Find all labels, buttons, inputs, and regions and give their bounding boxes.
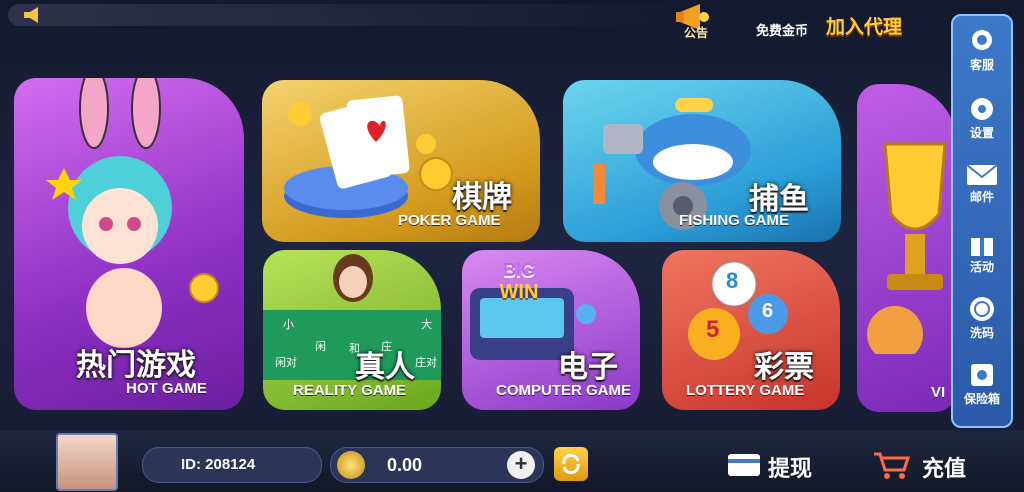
card-icon — [728, 454, 760, 476]
sidebar-item-label: 保险箱 — [963, 392, 1000, 406]
free-coins-link[interactable]: 免费金币 — [756, 20, 808, 39]
table-label: 小 — [283, 319, 294, 331]
withdraw-button[interactable]: 提现 — [726, 446, 836, 484]
user-id-display: ID: 208124 — [142, 447, 322, 483]
sidebar-item-label: 客服 — [969, 58, 994, 72]
sidebar-item-label: 活动 — [969, 260, 994, 274]
lottery-game-title: 彩票 — [754, 351, 814, 384]
fishing-game-card[interactable]: 捕鱼 FISHING GAME — [563, 80, 841, 242]
notice-label[interactable]: 公告 — [684, 24, 708, 41]
sidebar-item-label: 邮件 — [969, 190, 994, 204]
chip-icon — [970, 297, 994, 321]
cart-icon — [874, 452, 911, 479]
sidebar-item-events[interactable]: 活动 — [953, 222, 1011, 278]
hot-game-title: 热门游戏 — [76, 349, 196, 382]
lottery-ball-8: 8 — [726, 268, 739, 293]
mail-icon — [966, 164, 998, 185]
sidebar-item-settings[interactable]: 设置 — [953, 88, 1011, 144]
big-win-logo: BIG WIN — [484, 260, 554, 304]
safe-icon — [971, 364, 993, 386]
recharge-button[interactable]: 充值 — [872, 446, 992, 484]
table-label: 闲 — [315, 341, 326, 353]
vip-subtitle: VI — [931, 384, 946, 401]
table-label: 大 — [421, 319, 432, 331]
vip-card[interactable]: VI — [857, 84, 957, 412]
computer-game-subtitle: COMPUTER GAME — [496, 382, 631, 399]
sidebar-item-label: 设置 — [969, 126, 994, 140]
trophy-illustration — [867, 142, 947, 354]
avatar[interactable] — [56, 433, 118, 491]
poker-game-card[interactable]: 棋牌 POKER GAME — [262, 80, 540, 242]
withdraw-label: 提现 — [768, 456, 813, 481]
sidebar-item-rebate[interactable]: 洗码 — [953, 288, 1011, 344]
reality-game-subtitle: REALITY GAME — [293, 382, 407, 399]
gear-icon — [971, 98, 993, 120]
reality-game-card[interactable]: 小 闲 和 庄 大 闲对 庄对 真人 REALITY GAME — [263, 250, 441, 410]
fishing-game-subtitle: FISHING GAME — [679, 212, 790, 229]
big-logo-text: BIG — [502, 260, 535, 280]
computer-game-title: 电子 — [558, 351, 618, 384]
sidebar-item-customer-service[interactable]: 客服 — [953, 20, 1011, 76]
balance-amount: 0.00 — [387, 455, 423, 475]
announcement-marquee[interactable] — [8, 4, 668, 26]
sidebar-item-label: 洗码 — [969, 326, 994, 340]
top-bar: 公告 免费金币 加入代理 — [0, 0, 1024, 40]
computer-game-card[interactable]: BIG WIN 电子 COMPUTER GAME — [462, 250, 640, 410]
sidebar-item-mail[interactable]: 邮件 — [953, 156, 1011, 212]
user-id-text: ID: 208124 — [181, 456, 256, 473]
coin-icon — [337, 451, 365, 479]
right-sidebar: 客服 设置 邮件 活动 洗码 保险箱 — [951, 14, 1013, 428]
anime-girl-illustration — [46, 78, 219, 348]
refresh-icon — [562, 453, 580, 475]
hot-game-card[interactable]: 热门游戏 HOT GAME — [14, 78, 244, 410]
hot-game-subtitle: HOT GAME — [126, 380, 207, 397]
lottery-game-subtitle: LOTTERY GAME — [686, 382, 805, 399]
sidebar-item-safe[interactable]: 保险箱 — [953, 354, 1011, 410]
table-label: 庄对 — [415, 357, 437, 369]
lottery-ball-5: 5 — [706, 316, 720, 343]
lottery-game-card[interactable]: 8 5 6 彩票 LOTTERY GAME — [662, 250, 840, 410]
poker-game-subtitle: POKER GAME — [398, 212, 501, 229]
win-logo-text: WIN — [499, 281, 539, 303]
gift-icon — [971, 238, 993, 256]
join-agent-button[interactable]: 加入代理 — [826, 12, 902, 39]
refresh-balance-button[interactable] — [554, 447, 588, 481]
speaker-icon — [24, 7, 38, 23]
poker-game-title: 棋牌 — [452, 181, 512, 214]
recharge-label: 充值 — [922, 456, 967, 481]
add-funds-button[interactable]: + — [507, 451, 535, 479]
customer-service-icon — [972, 30, 992, 50]
balance-display: 0.00 + — [330, 447, 544, 483]
table-label: 闲对 — [275, 357, 297, 369]
reality-game-title: 真人 — [355, 351, 415, 384]
lottery-ball-6: 6 — [762, 300, 774, 322]
